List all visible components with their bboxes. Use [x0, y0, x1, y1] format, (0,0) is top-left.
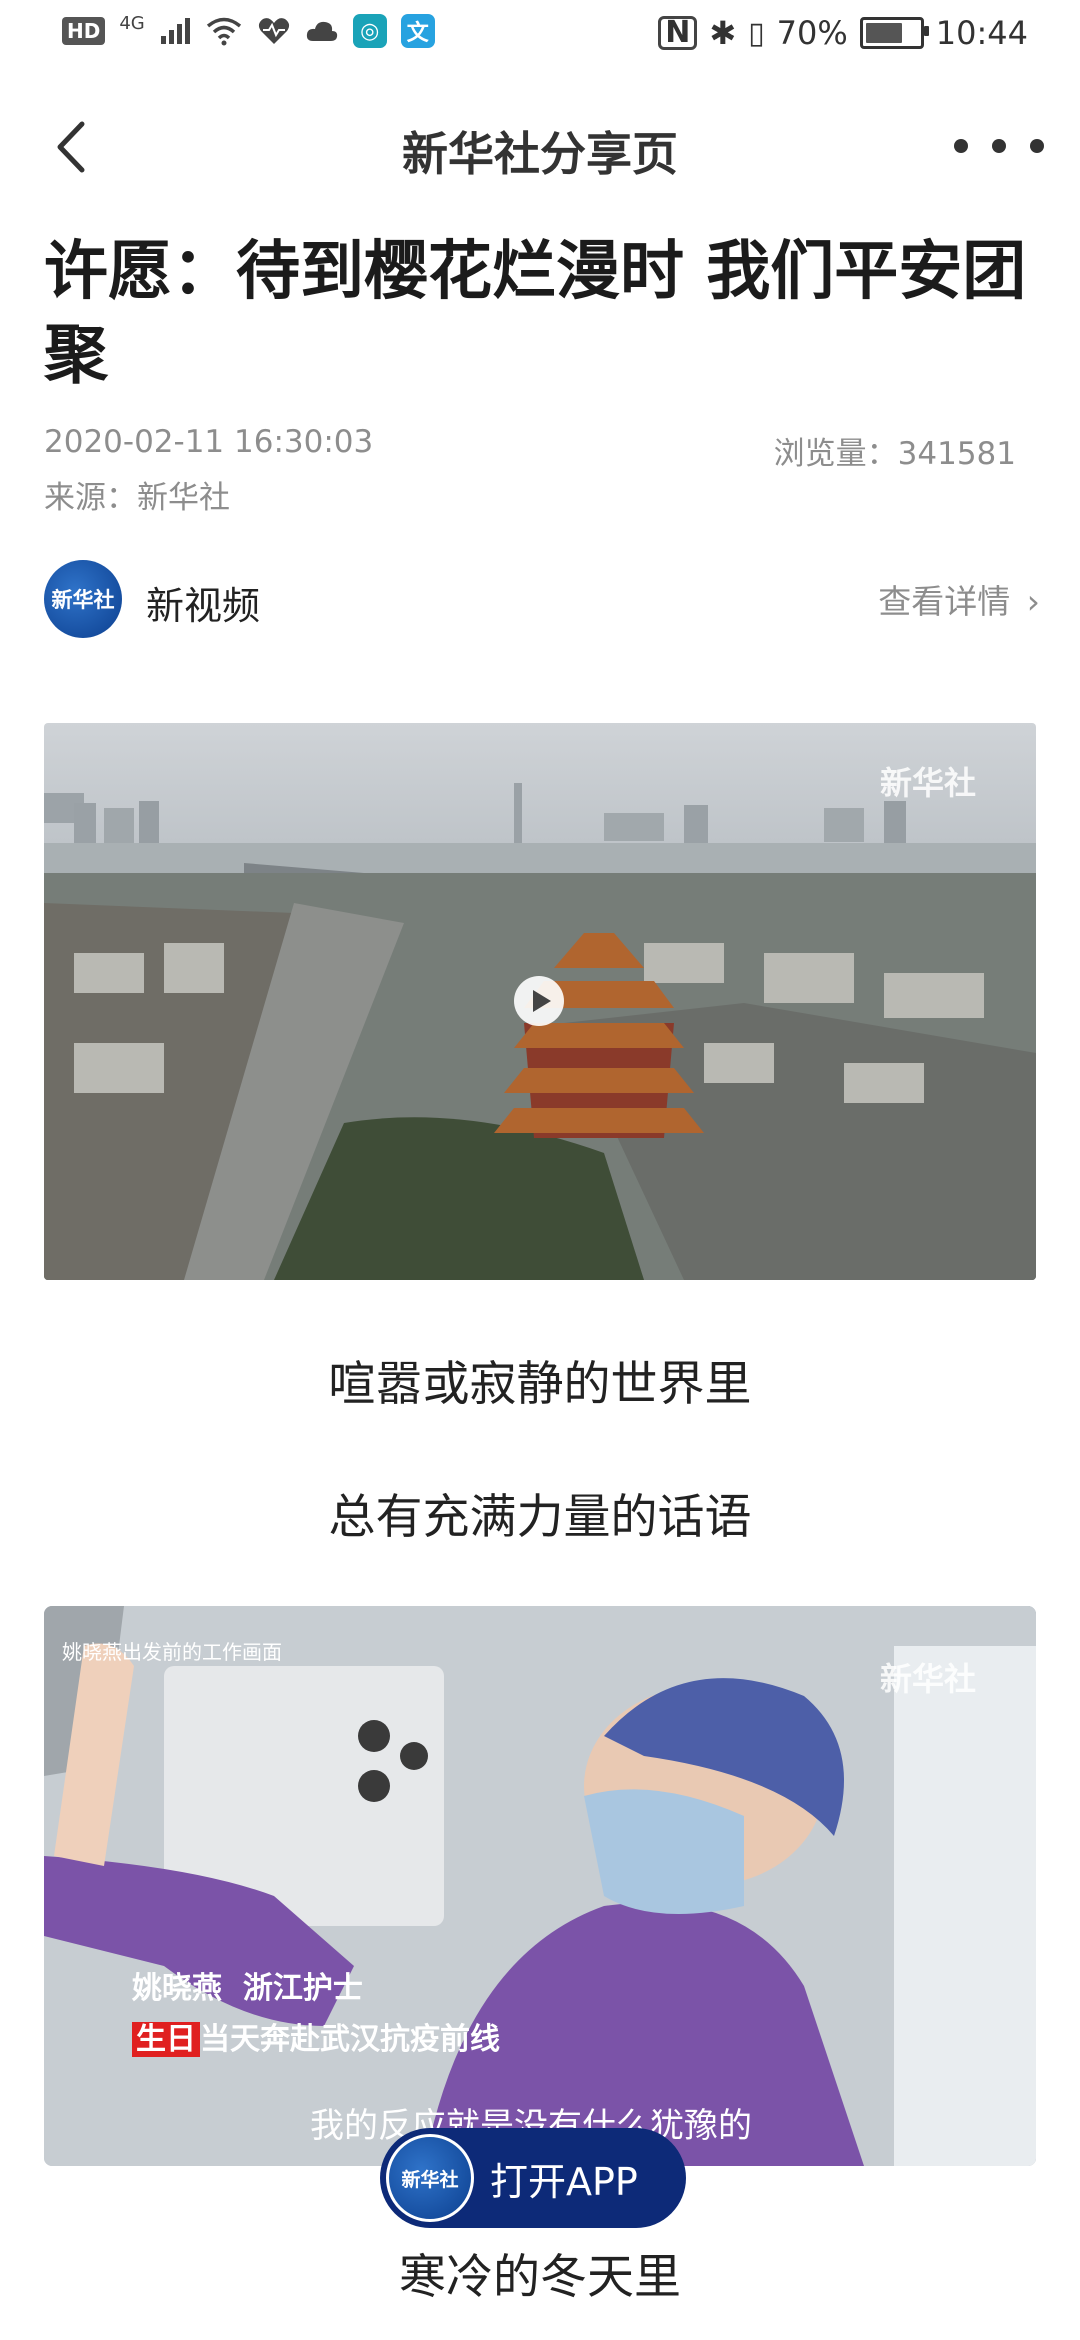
nfc-icon: N: [658, 16, 698, 50]
photo-birthday-text: 当天奔赴武汉抗疫前线: [200, 2022, 500, 2057]
cloud-icon: [306, 21, 337, 41]
photo-top-caption: 姚晓燕出发前的工作画面: [62, 1640, 282, 1664]
view-details-link[interactable]: 查看详情 ›: [878, 575, 1040, 623]
body-line-1: 喧嚣或寂静的世界里: [328, 1357, 752, 1412]
clock: 10:44: [935, 14, 1028, 52]
article-date: 2020-02-11 16:30:03: [44, 424, 374, 460]
photo-name-caption: 姚晓燕 浙江护士: [132, 1971, 363, 2006]
battery-icon: [859, 17, 929, 49]
health-icon: [258, 18, 289, 44]
status-bar: HD 4G ◎ 文 N ✱ ▯ 70% 10:44: [0, 0, 1080, 76]
more-icon: [1030, 139, 1044, 153]
nav-bar: 新华社分享页: [0, 90, 1080, 202]
more-button[interactable]: [954, 126, 1044, 166]
channel-avatar[interactable]: 新华社: [44, 560, 122, 638]
chevron-right-icon: ›: [1026, 582, 1040, 621]
open-app-label: 打开APP: [490, 2159, 638, 2204]
wifi-icon: [206, 17, 241, 46]
article-headline: 许愿：待到樱花烂漫时 我们平安团聚: [44, 235, 1027, 393]
xinhua-logo: 新华社: [386, 2134, 474, 2222]
photo-birthday-line: 生日 当天奔赴武汉抗疫前线: [132, 2014, 500, 2058]
status-right-group: N ✱ ▯ 70% 10:44: [658, 14, 1028, 52]
view-details-label: 查看详情: [878, 582, 1011, 621]
video-player[interactable]: 新华社: [44, 723, 1036, 1280]
page-title: 新华社分享页: [402, 127, 678, 181]
more-icon: [992, 139, 1006, 153]
bluetooth-icon: ✱: [709, 14, 737, 52]
battery-percentage: 70%: [776, 14, 848, 52]
network-type: 4G: [119, 13, 145, 34]
vibrate-icon: ▯: [748, 15, 765, 51]
photo-birthday-highlight: 生日: [132, 2022, 200, 2057]
hd-indicator: HD: [62, 17, 106, 45]
article-photo: 姚晓燕出发前的工作画面 新华社 姚晓燕 浙江护士 生日 当天奔赴武汉抗疫前线 我的…: [44, 1606, 1036, 2166]
open-app-button[interactable]: 新华社 打开APP: [380, 2128, 686, 2228]
body-line-2: 总有充满力量的话语: [328, 1490, 752, 1545]
body-line-3: 寒冷的冬天里: [399, 2250, 681, 2305]
translate-notification-icon: 文: [400, 14, 435, 48]
app-notification-icon: ◎: [352, 14, 387, 48]
more-icon: [954, 139, 968, 153]
channel-name[interactable]: 新视频: [146, 575, 260, 630]
play-icon[interactable]: [514, 976, 564, 1026]
signal-icon: [160, 18, 190, 44]
article-source: 来源：新华社: [44, 480, 230, 516]
status-left-group: HD 4G ◎ 文: [62, 14, 435, 48]
video-watermark: 新华社: [879, 764, 976, 802]
photo-watermark: 新华社: [879, 1660, 976, 1698]
article-views: 浏览量：341581: [773, 436, 1016, 472]
